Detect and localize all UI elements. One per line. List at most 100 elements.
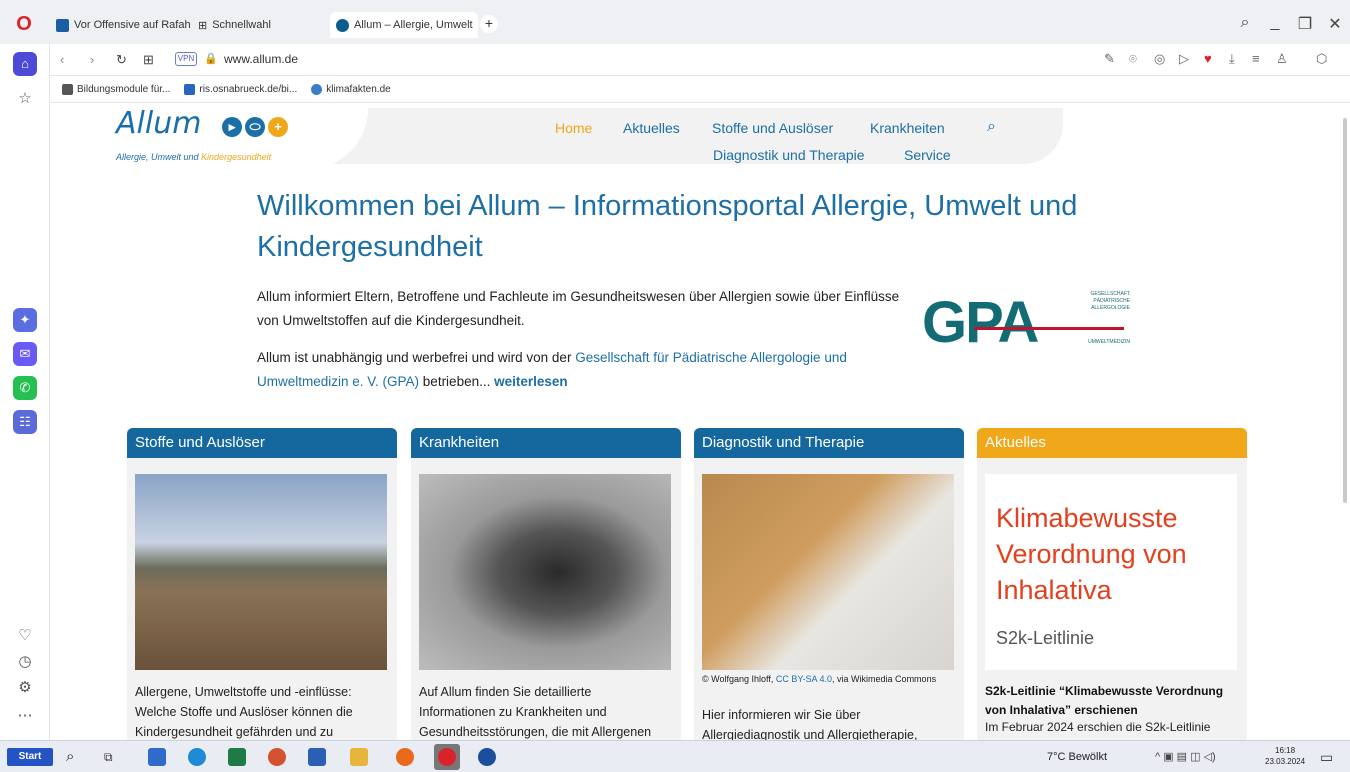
nav-diagnostik[interactable]: Diagnostik und Therapie [713,147,865,163]
gpa-logo[interactable]: GPA GESELLSCHAFT PÄDIATRISCHE ALLERGOLOGIE… [922,289,1132,355]
close-icon[interactable]: ✕ [1325,14,1345,34]
weiterlesen-link[interactable]: weiterlesen [494,374,568,389]
save-app-icon[interactable] [148,748,166,766]
logo-dot-icon: ▸ [222,117,242,137]
logo-dots: ▸ ⬭ + [222,117,288,137]
nav-service[interactable]: Service [904,147,951,163]
messenger-icon[interactable]: ✉ [13,342,37,366]
settings-icon[interactable]: ⚙ [15,678,35,696]
grid-icon: ⊞ [198,19,208,32]
nav-home[interactable]: Home [555,120,592,136]
notification-icon[interactable]: ▭ [1320,748,1338,766]
image-credit: © Wolfgang Ihloff, CC BY-SA 4.0, via Wik… [702,674,937,684]
play-icon[interactable]: ▷ [1179,51,1189,67]
page-title: Willkommen bei Allum – Informationsporta… [257,190,1078,263]
weather-widget[interactable]: 7°C Bewölkt [1047,751,1107,763]
intro-paragraph-2: Allum ist unabhängig und werbefrei und w… [257,346,907,394]
heart-icon[interactable]: ♥ [1204,51,1212,66]
camera-icon[interactable]: ⌾ [1129,51,1137,67]
web-page: Allum ▸ ⬭ + Allergie, Umwelt und Kinderg… [50,103,1340,740]
arm-test-image[interactable] [702,474,954,670]
news-text: Im Februar 2024 erschien die S2k-Leitlin… [985,720,1211,734]
grid-icon[interactable]: ⊞ [143,52,154,68]
taskview-icon[interactable]: ⧉ [104,748,122,766]
intro-text: Allum ist unabhängig und werbefrei und w… [257,350,576,365]
gpa-tagline-bottom: UMWELTMEDIZIN [1088,339,1130,345]
nav-krankheiten[interactable]: Krankheiten [870,120,945,136]
card-title[interactable]: Aktuelles [977,428,1247,458]
edit-icon[interactable]: ✎ [1104,51,1115,67]
logo-dot-icon: ⬭ [245,117,265,137]
word-icon[interactable] [308,748,326,766]
start-button[interactable]: Start [7,748,53,766]
file-icon [62,84,73,95]
powerpoint-icon[interactable] [268,748,286,766]
vpn-badge[interactable]: VPN [175,52,197,66]
news-teaser[interactable]: Klimabewusste Verordnung von Inhalativa … [985,474,1237,670]
whatsapp-icon[interactable]: ✆ [13,376,37,400]
bookmark-item[interactable]: klimafakten.de [311,84,391,95]
scrollbar-thumb[interactable] [1343,118,1347,503]
search-icon[interactable]: ⌕ [66,748,84,766]
more-icon[interactable]: ⋯ [15,706,35,724]
app-icon[interactable] [478,748,496,766]
search-tabs-icon[interactable]: ⌕ [1235,14,1255,32]
forward-icon[interactable]: › [90,52,94,67]
nav-aktuelles[interactable]: Aktuelles [623,120,680,136]
back-icon[interactable]: ‹ [60,52,64,67]
opera-logo-icon[interactable]: O [14,13,34,35]
tab-rafah[interactable]: Vor Offensive auf Rafah: " [50,12,190,38]
mite-image[interactable] [419,474,671,670]
restore-icon[interactable]: ❐ [1295,14,1315,34]
card-text: Allergene, Umweltstoffe und -einflüsse: … [135,685,353,739]
card-stoffe[interactable]: Stoffe und Auslöser Allergene, Umweltsto… [127,428,397,740]
profile-icon[interactable]: ♙ [1276,51,1288,67]
app-icon[interactable]: ✦ [13,308,37,332]
folder-icon[interactable] [350,748,368,766]
url-field[interactable]: www.allum.de [224,52,298,66]
allum-favicon-icon [336,18,349,32]
lock-icon[interactable]: 🔒 [204,52,218,65]
field-image[interactable] [135,474,387,670]
tab-allum[interactable]: Allum – Allergie, Umwelt [330,12,478,38]
chat-icon[interactable]: ☷ [13,410,37,434]
logo-area[interactable]: Allum ▸ ⬭ + Allergie, Umwelt und Kinderg… [50,103,368,169]
news-teaser-title: Klimabewusste Verordnung von Inhalativa [996,503,1187,605]
logo-plus-icon: + [268,117,288,137]
bookmark-item[interactable]: Bildungsmodule für... [62,84,170,95]
menu-icon[interactable]: ≡ [1252,51,1260,66]
history-icon[interactable]: ◷ [15,652,35,670]
heart-icon[interactable]: ♡ [15,626,35,644]
search-icon[interactable]: ⌕ [987,118,996,136]
opera-sidebar: ⌂ ☆ ✦ ✉ ✆ ☷ ♡ ◷ ⚙ ⋯ [0,44,50,740]
nav-stoffe[interactable]: Stoffe und Auslöser [712,120,833,136]
news-headline[interactable]: S2k-Leitlinie “Klimabewusste Verordnung … [985,682,1240,720]
extensions-icon[interactable]: ⬡ [1316,51,1327,67]
card-title[interactable]: Diagnostik und Therapie [694,428,964,458]
firefox-icon[interactable] [396,748,414,766]
clock[interactable]: 16:18 23.03.2024 [1265,745,1305,767]
card-aktuelles[interactable]: Aktuelles Klimabewusste Verordnung von I… [977,428,1247,740]
reload-icon[interactable]: ↻ [116,52,127,68]
card-text: Hier informieren wir Sie über Allergiedi… [702,708,918,740]
bookmark-item[interactable]: ris.osnabrueck.de/bi... [184,84,297,95]
card-title[interactable]: Krankheiten [411,428,681,458]
excel-icon[interactable] [228,748,246,766]
home-icon[interactable]: ⌂ [13,52,37,76]
star-icon[interactable]: ☆ [15,89,35,107]
opera-taskbar-icon[interactable] [434,744,460,770]
card-title[interactable]: Stoffe und Auslöser [127,428,397,458]
card-diagnostik[interactable]: Diagnostik und Therapie © Wolfgang Ihlof… [694,428,964,740]
tab-schnellwahl[interactable]: ⊞ Schnellwahl [192,12,322,38]
bookmarks-bar: Bildungsmodule für... ris.osnabrueck.de/… [44,77,1350,103]
system-tray-icons[interactable]: ^ ▣ ▤ ◫ ◁) [1155,750,1216,763]
card-krankheiten[interactable]: Krankheiten Auf Allum finden Sie detaill… [411,428,681,740]
license-link[interactable]: CC BY-SA 4.0 [776,674,832,684]
download-icon[interactable]: ⤓ [1229,51,1235,67]
minimize-icon[interactable]: _ [1265,14,1285,32]
gpa-red-bar [974,327,1124,330]
edge-icon[interactable] [188,748,206,766]
shield-icon[interactable]: ◎ [1154,51,1165,67]
gpa-letters: GPA [922,290,1039,355]
new-tab-button[interactable]: + [480,15,498,33]
